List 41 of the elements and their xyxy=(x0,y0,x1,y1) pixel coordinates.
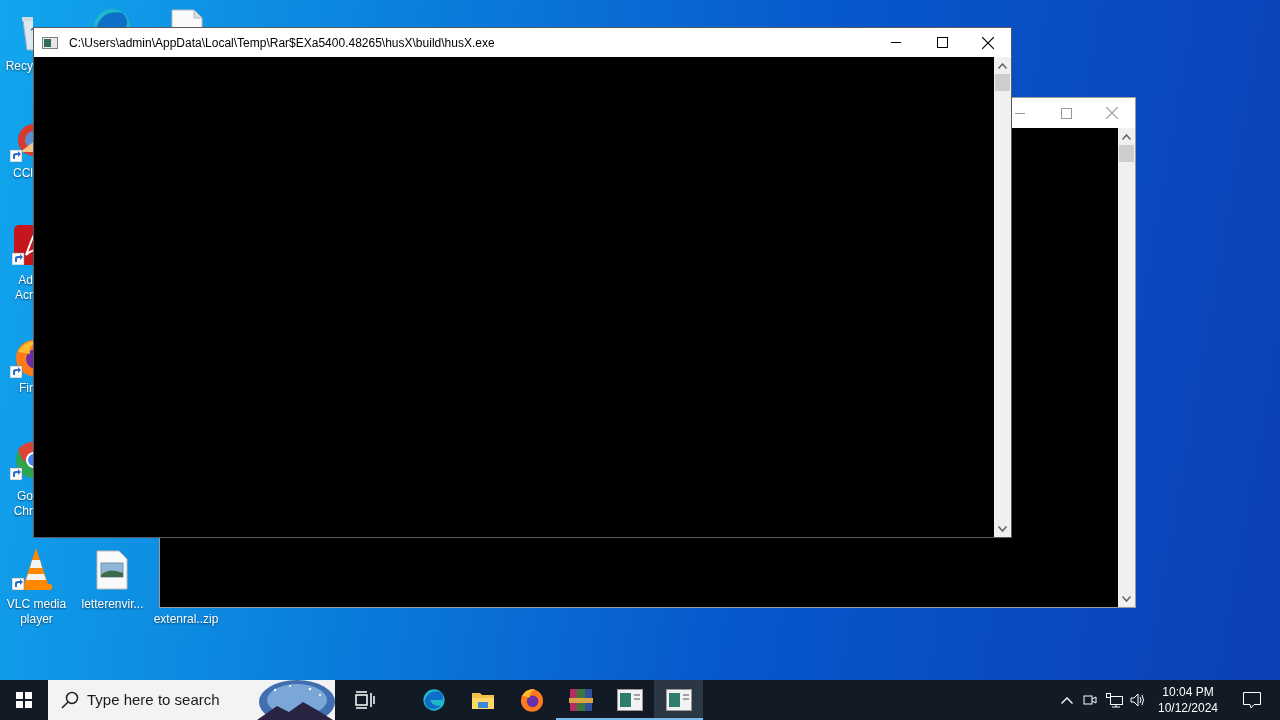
icon-label: CCl xyxy=(12,166,33,181)
chevron-up-icon xyxy=(1061,696,1073,704)
camera-icon xyxy=(1083,692,1097,708)
document-icon[interactable] xyxy=(170,8,204,27)
taskbar-app-button[interactable] xyxy=(654,680,703,720)
close-icon xyxy=(1106,107,1118,119)
speech-bubble-icon xyxy=(1243,691,1261,709)
network-icon xyxy=(1105,692,1123,708)
speaker-icon xyxy=(1130,693,1146,707)
scroll-thumb[interactable] xyxy=(995,74,1010,91)
scroll-thumb[interactable] xyxy=(1119,145,1134,162)
icon-label: Ad Acr xyxy=(14,273,33,303)
clock-button[interactable]: 10:04 PM 10/12/2024 xyxy=(1150,680,1226,720)
task-view-icon xyxy=(354,691,375,709)
icon-label: Go Chr xyxy=(12,489,33,519)
edge-browser-icon xyxy=(420,687,447,713)
folder-icon xyxy=(470,690,495,710)
icon-label: Recy xyxy=(4,59,33,74)
window-title: C:\Users\admin\AppData\Local\Temp\Rar$EXa5400.48265\husX\build\husX.exe xyxy=(69,34,495,52)
firefox-icon xyxy=(518,687,545,713)
maximize-icon xyxy=(1060,107,1072,119)
windows-logo-icon xyxy=(16,692,32,708)
console-window-icon xyxy=(616,689,643,711)
icon-label: Fir xyxy=(18,381,33,396)
search-icon xyxy=(61,691,79,709)
search-input[interactable]: Type here to search xyxy=(87,688,247,712)
icon-label: VLC media player xyxy=(5,597,68,627)
console-window-icon xyxy=(665,689,692,711)
image-file-icon[interactable] xyxy=(95,549,129,591)
books-stack-icon xyxy=(567,687,594,713)
minimize-icon xyxy=(1015,112,1025,114)
scrollbar[interactable] xyxy=(1118,128,1135,607)
maximize-icon xyxy=(936,37,948,48)
minimize-icon xyxy=(891,42,901,43)
icon-label: extenral..zip xyxy=(152,612,220,627)
acrobat-reader-icon[interactable] xyxy=(12,225,33,265)
icon-label: letterenvir... xyxy=(80,597,145,612)
console-app-icon xyxy=(42,36,58,49)
close-icon xyxy=(982,36,994,49)
search-field[interactable]: Type here to search xyxy=(48,680,335,720)
scrollbar[interactable] xyxy=(994,57,1011,537)
